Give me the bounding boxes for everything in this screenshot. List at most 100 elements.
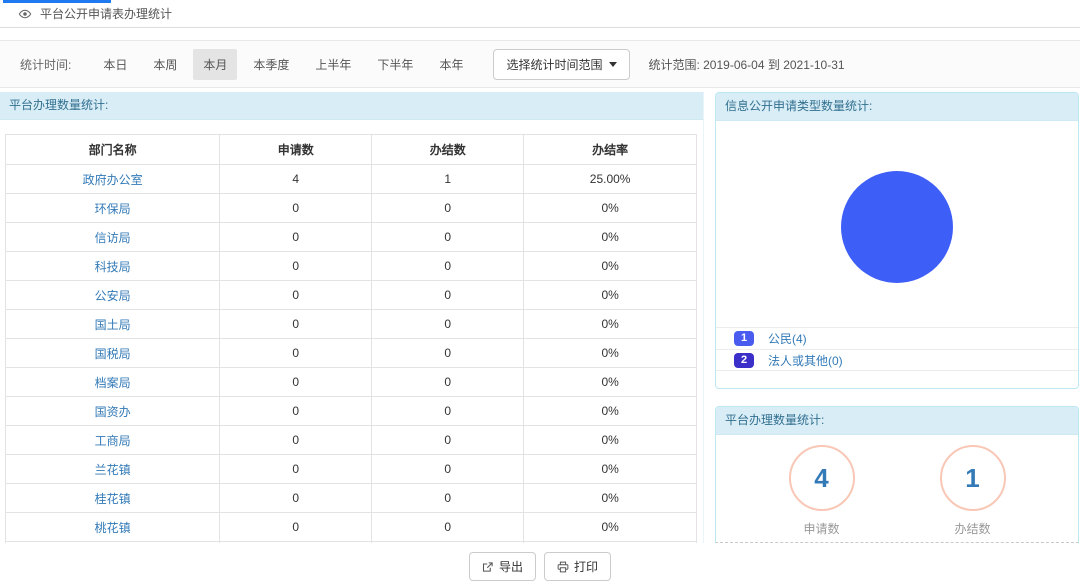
table-header-cell: 部门名称 xyxy=(6,135,220,165)
department-link[interactable]: 公安局 xyxy=(6,281,220,310)
table-header-cell: 申请数 xyxy=(220,135,372,165)
table-cell: 0 xyxy=(372,484,524,513)
stat-value-circle: 4 xyxy=(789,445,855,511)
department-link[interactable]: 科技局 xyxy=(6,252,220,281)
eye-icon xyxy=(18,7,32,21)
table-cell: 0 xyxy=(220,484,372,513)
table-cell: 0 xyxy=(220,281,372,310)
stat-item: 4申请数 xyxy=(789,445,855,537)
filter-option-上半年[interactable]: 上半年 xyxy=(305,49,361,80)
table-cell: 0 xyxy=(372,194,524,223)
department-stats-table-wrap: 部门名称申请数办结数办结率 政府办公室4125.00%环保局000%信访局000… xyxy=(5,134,697,543)
footer-actions: 导出 打印 xyxy=(0,552,1080,581)
pie-chart xyxy=(841,171,953,283)
department-link[interactable]: 桃花镇 xyxy=(6,513,220,542)
table-cell: 0 xyxy=(372,455,524,484)
table-cell: 0 xyxy=(220,194,372,223)
table-row: 国税局000% xyxy=(6,339,697,368)
request-type-panel-title: 信息公开申请类型数量统计: xyxy=(716,93,1078,121)
stat-value-circle: 1 xyxy=(940,445,1006,511)
filter-option-本季度[interactable]: 本季度 xyxy=(243,49,299,80)
table-cell: 0 xyxy=(220,397,372,426)
table-cell: 0% xyxy=(524,368,697,397)
table-row: 工商局000% xyxy=(6,426,697,455)
time-range-dropdown-label: 选择统计时间范围 xyxy=(506,56,602,73)
table-row: 桂花镇000% xyxy=(6,484,697,513)
department-stats-panel: 平台办理数量统计: 部门名称申请数办结数办结率 政府办公室4125.00%环保局… xyxy=(0,92,704,543)
filter-label: 统计时间: xyxy=(20,56,71,73)
page: 平台公开申请表办理统计 统计时间: 本日本周本月本季度上半年下半年本年 选择统计… xyxy=(0,0,1080,587)
table-row: 桃花镇000% xyxy=(6,513,697,542)
table-cell: 0% xyxy=(524,252,697,281)
tab-platform-request-stats[interactable]: 平台公开申请表办理统计 xyxy=(0,0,192,27)
table-cell: 0 xyxy=(372,339,524,368)
stat-circles: 4申请数 1 办结数 xyxy=(716,435,1078,537)
table-row: 政府办公室4125.00% xyxy=(6,165,697,194)
filter-option-下半年[interactable]: 下半年 xyxy=(367,49,423,80)
table-cell: 0 xyxy=(220,252,372,281)
department-link[interactable]: 国土局 xyxy=(6,310,220,339)
table-row: 兰花镇000% xyxy=(6,455,697,484)
stat-item: 1 办结数 xyxy=(940,445,1006,537)
table-cell: 0 xyxy=(220,339,372,368)
department-link[interactable]: 兰花镇 xyxy=(6,455,220,484)
filter-option-本月[interactable]: 本月 xyxy=(193,49,237,80)
department-link[interactable]: 桂花镇 xyxy=(6,484,220,513)
filter-option-本日[interactable]: 本日 xyxy=(93,49,137,80)
table-row: 公安局000% xyxy=(6,281,697,310)
legend-item[interactable]: 1 公民(4) xyxy=(716,327,1078,349)
table-cell: 0 xyxy=(372,397,524,426)
department-link[interactable]: 环保局 xyxy=(6,194,220,223)
department-link[interactable]: 国税局 xyxy=(6,339,220,368)
table-cell: 0 xyxy=(372,223,524,252)
legend-index-badge: 1 xyxy=(734,331,754,346)
department-stats-table: 部门名称申请数办结数办结率 政府办公室4125.00%环保局000%信访局000… xyxy=(5,134,697,543)
table-header-row: 部门名称申请数办结数办结率 xyxy=(6,135,697,165)
table-cell: 0 xyxy=(372,310,524,339)
table-cell: 0% xyxy=(524,484,697,513)
tab-bar: 平台公开申请表办理统计 xyxy=(0,0,1080,28)
filter-option-本年[interactable]: 本年 xyxy=(429,49,473,80)
department-link[interactable]: 信访局 xyxy=(6,223,220,252)
export-icon xyxy=(482,561,494,573)
table-cell: 4 xyxy=(220,165,372,194)
table-cell: 0% xyxy=(524,426,697,455)
legend-item[interactable]: 2 法人或其他(0) xyxy=(716,349,1078,371)
export-button[interactable]: 导出 xyxy=(469,552,536,581)
platform-totals-panel: 平台办理数量统计: 4申请数1办结数 xyxy=(715,406,1079,543)
table-cell: 0% xyxy=(524,194,697,223)
table-row: 档案局000% xyxy=(6,368,697,397)
filter-option-本周[interactable]: 本周 xyxy=(143,49,187,80)
table-row: 国资办000% xyxy=(6,397,697,426)
table-cell: 0 xyxy=(220,542,372,544)
legend-label: 法人或其他(0) xyxy=(768,352,843,369)
legend-index-badge: 2 xyxy=(734,353,754,368)
tab-title: 平台公开申请表办理统计 xyxy=(40,5,172,22)
table-cell: 0 xyxy=(220,368,372,397)
table-cell: 0% xyxy=(524,281,697,310)
department-link[interactable]: 荷花镇 xyxy=(6,542,220,544)
department-link[interactable]: 国资办 xyxy=(6,397,220,426)
table-row: 信访局000% xyxy=(6,223,697,252)
time-range-dropdown[interactable]: 选择统计时间范围 xyxy=(493,49,630,80)
legend-label: 公民(4) xyxy=(768,330,807,347)
table-cell: 0 xyxy=(372,542,524,544)
stat-label: 办结数 xyxy=(940,520,1006,537)
table-cell: 0% xyxy=(524,310,697,339)
department-link[interactable]: 政府办公室 xyxy=(6,165,220,194)
caret-down-icon xyxy=(609,62,617,67)
table-cell: 0 xyxy=(372,252,524,281)
department-link[interactable]: 工商局 xyxy=(6,426,220,455)
table-cell: 0% xyxy=(524,542,697,544)
request-type-stats-panel: 信息公开申请类型数量统计: 1 公民(4) 2 法人或其他(0) xyxy=(715,92,1079,389)
table-cell: 0% xyxy=(524,455,697,484)
pie-legend: 1 公民(4) 2 法人或其他(0) xyxy=(716,327,1078,371)
department-link[interactable]: 档案局 xyxy=(6,368,220,397)
department-stats-panel-title: 平台办理数量统计: xyxy=(0,92,703,120)
table-row: 荷花镇000% xyxy=(6,542,697,544)
print-button[interactable]: 打印 xyxy=(544,552,611,581)
table-cell: 1 xyxy=(372,165,524,194)
table-cell: 0 xyxy=(372,426,524,455)
stat-range-text: 统计范围: 2019-06-04 到 2021-10-31 xyxy=(648,56,844,73)
filter-options: 本日本周本月本季度上半年下半年本年 xyxy=(93,49,479,80)
